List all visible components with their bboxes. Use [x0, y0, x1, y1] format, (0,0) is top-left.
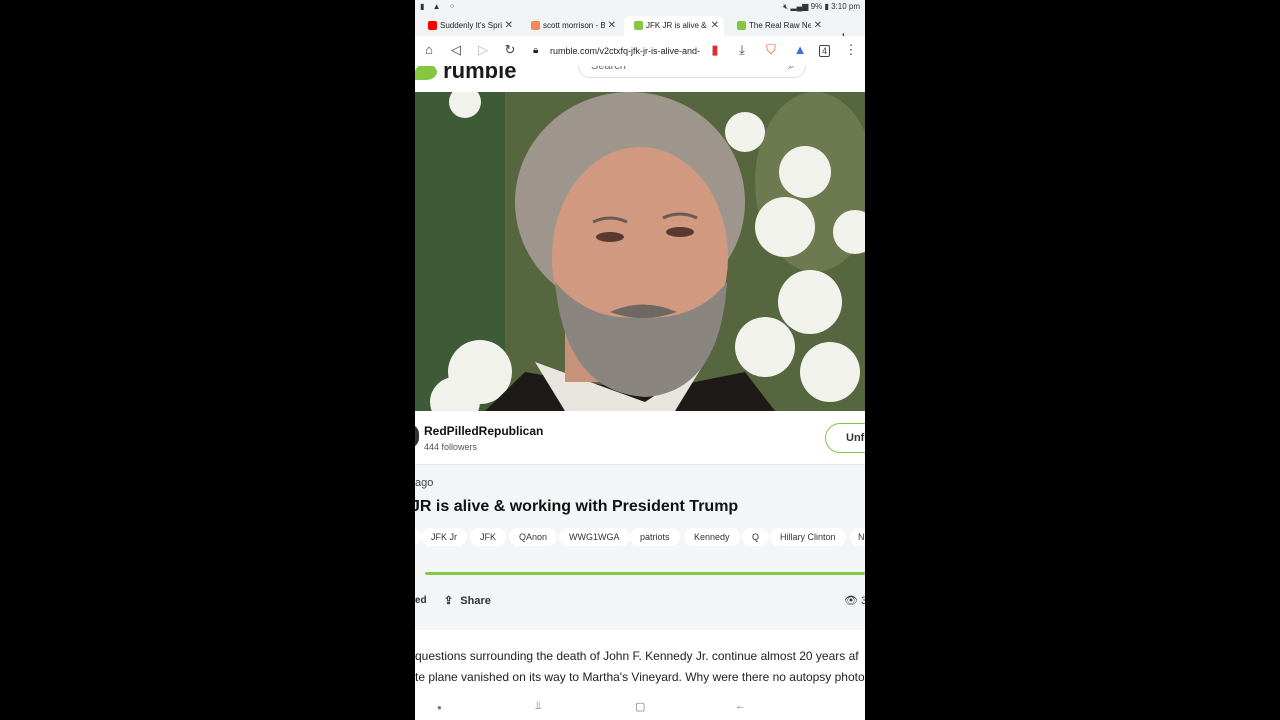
battery-level: 9%	[810, 2, 823, 11]
reload-icon[interactable]: ↻	[502, 42, 518, 58]
avatar[interactable]	[415, 424, 419, 448]
close-icon[interactable]: ✕	[711, 20, 719, 31]
signal-icon: ▂▄▆	[790, 2, 809, 11]
mute-icon: 🔇︎	[783, 2, 789, 11]
tab-2[interactable]: scott morrison - Br ✕	[521, 16, 621, 36]
tag-chip[interactable]: patriots	[630, 528, 680, 546]
back-nav-icon[interactable]: ←	[735, 700, 746, 712]
share-button[interactable]: ⇪ Share	[444, 594, 491, 607]
video-thumbnail	[415, 92, 865, 411]
video-info: ago JR is alive & working with President…	[415, 465, 865, 630]
share-icon: ⇪	[444, 595, 454, 607]
tab-label: scott morrison - Br	[543, 21, 605, 30]
home-nav-icon[interactable]: ▢	[635, 700, 645, 713]
upload-time: ago	[415, 477, 434, 489]
tag-chip[interactable]: N	[850, 528, 865, 546]
description-line: questions surrounding the death of John …	[415, 649, 859, 663]
tag-chip[interactable]: QAnon	[509, 528, 558, 546]
progress-bar[interactable]	[425, 572, 865, 575]
tab-label: Suddenly It's Spring	[440, 21, 502, 30]
description-line: te plane vanished on its way to Martha's…	[415, 670, 865, 684]
status-icons: ▮ ▲ ⁘	[420, 2, 459, 11]
forward-icon[interactable]: ▷	[475, 42, 491, 58]
video-title: JR is alive & working with President Tru…	[415, 498, 739, 515]
tab-label: JFK JR is alive & w	[646, 21, 708, 30]
share-label: Share	[460, 595, 491, 607]
browser-toolbar: ⌂ ◁ ▷ ↻ 🔒︎ rumble.com/v2ctxfq-jfk-jr-is-…	[415, 36, 865, 66]
view-count: 👁︎ 3	[844, 594, 865, 607]
bookmark-icon[interactable]: ▮	[707, 42, 723, 58]
rumble-favicon-icon	[634, 21, 643, 30]
back-icon[interactable]: ◁	[448, 42, 464, 58]
channel-name[interactable]: RedPilledRepublican	[424, 424, 543, 438]
status-bar: ▮ ▲ ⁘ 🔇︎ ▂▄▆ 9% ▮ 3:10 pm	[415, 0, 865, 14]
battery-icon: ▮	[824, 2, 829, 11]
unfollow-button[interactable]: Unfo	[825, 423, 865, 453]
follower-count: 444 followers	[424, 442, 478, 452]
menu-icon[interactable]: ⋮	[843, 42, 859, 58]
rumble-logo-icon	[415, 64, 437, 81]
download-icon[interactable]: ⤓	[734, 42, 750, 58]
tab-label: The Real Raw News	[749, 21, 811, 30]
recents-icon[interactable]: ⫫	[535, 700, 541, 713]
address-bar[interactable]: 🔒︎ rumble.com/v2ctxfq-jfk-jr-is-alive-an…	[525, 41, 730, 61]
nav-dot-icon[interactable]: ●	[437, 703, 442, 712]
tag-chip[interactable]: Kennedy	[684, 528, 740, 546]
tab-3-active[interactable]: JFK JR is alive & w ✕	[624, 16, 724, 36]
tag-chip[interactable]: JFK Jr	[421, 528, 467, 546]
brave-shields-icon[interactable]: ⛉	[763, 42, 779, 58]
close-icon[interactable]: ✕	[505, 20, 513, 31]
close-icon[interactable]: ✕	[608, 20, 616, 31]
tab-count-button[interactable]: 4	[819, 45, 830, 57]
action-label-partial[interactable]: ed	[415, 595, 427, 606]
eye-icon: 👁︎	[844, 595, 858, 607]
channel-row: RedPilledRepublican 444 followers Unfo	[415, 411, 865, 465]
url-text: rumble.com/v2ctxfq-jfk-jr-is-alive-and-	[550, 46, 701, 56]
lock-icon: 🔒︎	[533, 45, 539, 56]
tag-chip[interactable]: Q	[742, 528, 770, 546]
tab-1[interactable]: Suddenly It's Spring ✕	[418, 16, 518, 36]
tag-chip[interactable]: Hillary Clinton	[770, 528, 846, 546]
android-nav-bar: ● ⫫ ▢ ←	[415, 695, 865, 720]
video-description: questions surrounding the death of John …	[415, 646, 865, 688]
rumble-favicon-icon	[737, 21, 746, 30]
tab-strip: Suddenly It's Spring ✕ scott morrison - …	[415, 14, 865, 46]
tag-chip[interactable]: JFK	[470, 528, 507, 546]
brave-search-favicon-icon	[531, 21, 540, 30]
clock: 3:10 pm	[831, 2, 860, 11]
tab-4[interactable]: The Real Raw News ✕	[727, 16, 827, 36]
brave-rewards-icon[interactable]: ▲	[792, 42, 808, 57]
close-icon[interactable]: ✕	[814, 20, 822, 31]
home-icon[interactable]: ⌂	[421, 42, 437, 57]
view-count-value: 3	[861, 595, 865, 607]
youtube-favicon-icon	[428, 21, 437, 30]
video-player[interactable]	[415, 92, 865, 411]
status-right: 🔇︎ ▂▄▆ 9% ▮ 3:10 pm	[783, 2, 860, 12]
phone-screen: ▮ ▲ ⁘ 🔇︎ ▂▄▆ 9% ▮ 3:10 pm Suddenly It's …	[415, 0, 865, 720]
tag-chip[interactable]: WWG1WGA	[559, 528, 630, 546]
